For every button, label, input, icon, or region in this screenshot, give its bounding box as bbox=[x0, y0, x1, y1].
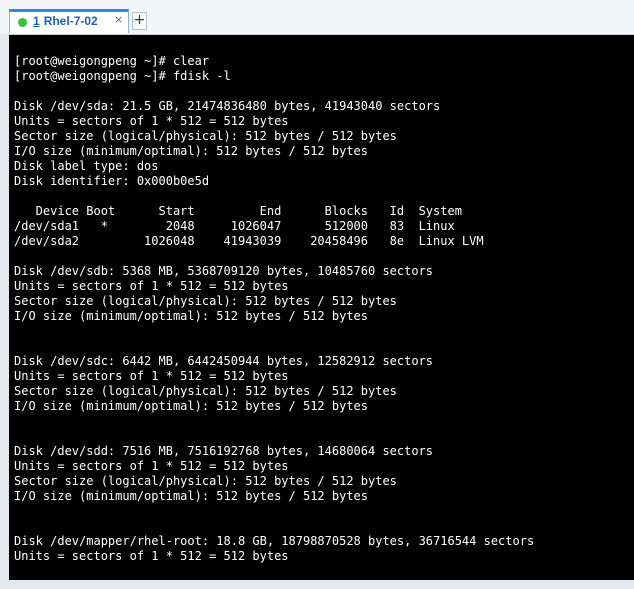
tab-bar: 1 Rhel-7-02 × + bbox=[0, 0, 634, 35]
terminal-line: Sector size (logical/physical): 512 byte… bbox=[14, 129, 397, 143]
tab-number: 1 bbox=[33, 14, 40, 28]
terminal-line: Sector size (logical/physical): 512 byte… bbox=[14, 294, 397, 308]
terminal-line: Disk /dev/sda: 21.5 GB, 21474836480 byte… bbox=[14, 99, 441, 113]
terminal-line: Disk label type: dos bbox=[14, 159, 159, 173]
terminal-line: Units = sectors of 1 * 512 = 512 bytes bbox=[14, 459, 289, 473]
terminal-output: [root@weigongpeng ~]# clear [root@weigong… bbox=[14, 54, 534, 564]
terminal-line: Disk identifier: 0x000b0e5d bbox=[14, 174, 210, 188]
window-left-edge bbox=[0, 34, 9, 580]
terminal-pane[interactable]: [root@weigongpeng ~]# clear [root@weigong… bbox=[9, 35, 634, 580]
terminal-line: I/O size (minimum/optimal): 512 bytes / … bbox=[14, 399, 369, 413]
new-tab-button[interactable]: + bbox=[132, 12, 147, 30]
terminal-line: Device Boot Start End Blocks Id System bbox=[14, 204, 462, 218]
terminal-line: [root@weigongpeng ~]# clear bbox=[14, 54, 210, 68]
terminal-line: Disk /dev/sdb: 5368 MB, 5368709120 bytes… bbox=[14, 264, 434, 278]
terminal-line: I/O size (minimum/optimal): 512 bytes / … bbox=[14, 489, 369, 503]
terminal-line: [root@weigongpeng ~]# fdisk -l bbox=[14, 69, 231, 83]
terminal-line: Sector size (logical/physical): 512 byte… bbox=[14, 384, 397, 398]
connection-status-icon bbox=[18, 18, 27, 27]
tab-title: Rhel-7-02 bbox=[43, 14, 98, 28]
terminal-line: Disk /dev/mapper/rhel-root: 18.8 GB, 187… bbox=[14, 534, 535, 548]
terminal-line: Units = sectors of 1 * 512 = 512 bytes bbox=[14, 549, 289, 563]
terminal-line: Disk /dev/sdc: 6442 MB, 6442450944 bytes… bbox=[14, 354, 434, 368]
terminal-line: /dev/sda1 * 2048 1026047 512000 83 Linux bbox=[14, 219, 455, 233]
session-tab[interactable]: 1 Rhel-7-02 × bbox=[9, 9, 129, 33]
terminal-line: Sector size (logical/physical): 512 byte… bbox=[14, 474, 397, 488]
terminal-line: Units = sectors of 1 * 512 = 512 bytes bbox=[14, 369, 289, 383]
terminal-line: Units = sectors of 1 * 512 = 512 bytes bbox=[14, 114, 289, 128]
close-tab-icon[interactable]: × bbox=[114, 13, 123, 26]
terminal-line: Disk /dev/sdd: 7516 MB, 7516192768 bytes… bbox=[14, 444, 434, 458]
terminal-line: /dev/sda2 1026048 41943039 20458496 8e L… bbox=[14, 234, 484, 248]
window-bottom-edge bbox=[0, 580, 634, 589]
tab-label[interactable]: 1 Rhel-7-02 bbox=[33, 14, 98, 28]
terminal-line: I/O size (minimum/optimal): 512 bytes / … bbox=[14, 309, 369, 323]
terminal-line: I/O size (minimum/optimal): 512 bytes / … bbox=[14, 144, 369, 158]
terminal-line: Units = sectors of 1 * 512 = 512 bytes bbox=[14, 279, 289, 293]
